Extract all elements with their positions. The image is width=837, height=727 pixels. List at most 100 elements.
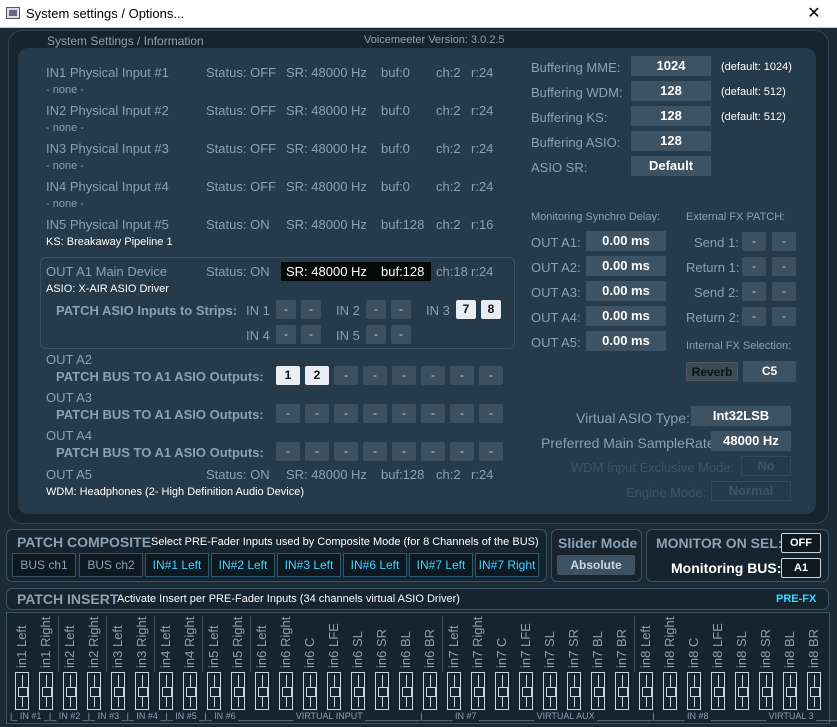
patch-button[interactable]: - [301,300,321,319]
bus-patch-button[interactable]: - [276,404,300,423]
bus-patch-button[interactable]: - [421,366,445,385]
insert-switch[interactable] [663,672,677,710]
composite-button[interactable]: IN#1 Left [145,553,209,577]
insert-switch[interactable] [591,672,605,710]
monitor-on-sel-toggle[interactable]: OFF [781,533,821,553]
bus-patch-button[interactable]: - [421,404,445,423]
bus-patch-button[interactable]: - [305,442,329,461]
patch-button[interactable]: - [391,300,411,319]
insert-switch[interactable] [519,672,533,710]
bus-patch-button[interactable]: - [276,442,300,461]
extfx-return2-right[interactable]: - [772,307,796,326]
bus-patch-button[interactable]: - [450,404,474,423]
composite-button[interactable]: IN#2 Left [211,553,275,577]
composite-button[interactable]: IN#7 Left [409,553,473,577]
insert-switch[interactable] [735,672,749,710]
extfx-send1-left[interactable]: - [742,232,766,251]
bus-patch-button[interactable]: 1 [276,366,300,385]
insert-switch[interactable] [327,672,341,710]
out-a1-device[interactable]: ASIO: X-AIR ASIO Driver [46,283,169,295]
insert-switch[interactable] [567,672,581,710]
insert-switch[interactable] [207,672,221,710]
insert-switch[interactable] [399,672,413,710]
composite-button[interactable]: IN#7 Right [475,553,539,577]
bus-patch-button[interactable]: - [363,404,387,423]
composite-button[interactable]: BUS ch2 [79,553,143,577]
delay-value[interactable]: 0.00 ms [586,256,666,276]
insert-switch[interactable] [375,672,389,710]
insert-switch[interactable] [183,672,197,710]
pre-fx-label[interactable]: PRE-FX [776,593,816,605]
buffering-mme-value[interactable]: 1024 [631,56,711,76]
bus-patch-button[interactable]: 2 [305,366,329,385]
patch-button[interactable]: - [276,325,296,344]
insert-switch[interactable] [639,672,653,710]
buffering-ks-value[interactable]: 128 [631,106,711,126]
extfx-return1-left[interactable]: - [742,257,766,276]
insert-switch[interactable] [783,672,797,710]
insert-switch[interactable] [279,672,293,710]
input-device[interactable]: - none - [46,160,84,172]
insert-switch[interactable] [615,672,629,710]
patch-button[interactable]: 8 [481,300,501,319]
patch-button[interactable]: - [366,300,386,319]
insert-switch[interactable] [351,672,365,710]
bus-patch-button[interactable]: - [392,442,416,461]
reverb-button[interactable]: Reverb [686,362,738,381]
bus-patch-button[interactable]: - [363,366,387,385]
insert-switch[interactable] [15,672,29,710]
insert-switch[interactable] [759,672,773,710]
insert-switch[interactable] [711,672,725,710]
insert-switch[interactable] [255,672,269,710]
bus-patch-button[interactable]: - [334,442,358,461]
patch-button[interactable]: - [366,325,386,344]
bus-patch-button[interactable]: - [363,442,387,461]
out-a5-device[interactable]: WDM: Headphones (2- High Definition Audi… [46,486,304,498]
insert-switch[interactable] [495,672,509,710]
insert-switch[interactable] [63,672,77,710]
bus-patch-button[interactable]: - [479,442,503,461]
input-device[interactable]: KS: Breakaway Pipeline 1 [46,236,173,248]
bus-patch-button[interactable]: - [421,442,445,461]
input-device[interactable]: - none - [46,122,84,134]
asio-sr-value[interactable]: Default [631,156,711,176]
insert-switch[interactable] [423,672,437,710]
buffering-wdm-value[interactable]: 128 [631,81,711,101]
extfx-send1-right[interactable]: - [772,232,796,251]
insert-switch[interactable] [807,672,821,710]
delay-value[interactable]: 0.00 ms [586,331,666,351]
main-samplerate-value[interactable]: 48000 Hz [711,431,791,451]
input-device[interactable]: - none - [46,198,84,210]
patch-button[interactable]: 7 [456,300,476,319]
bus-patch-button[interactable]: - [450,442,474,461]
fx-c5-button[interactable]: C5 [743,361,796,382]
insert-switch[interactable] [39,672,53,710]
close-icon[interactable]: ✕ [791,0,837,28]
patch-button[interactable]: - [276,300,296,319]
bus-patch-button[interactable]: - [479,404,503,423]
bus-patch-button[interactable]: - [392,366,416,385]
buffering-asio-value[interactable]: 128 [631,131,711,151]
patch-button[interactable]: - [301,325,321,344]
patch-button[interactable]: - [391,325,411,344]
insert-switch[interactable] [111,672,125,710]
input-device[interactable]: - none - [46,84,84,96]
insert-switch[interactable] [231,672,245,710]
bus-patch-button[interactable]: - [334,366,358,385]
delay-value[interactable]: 0.00 ms [586,306,666,326]
extfx-send2-right[interactable]: - [772,282,796,301]
bus-patch-button[interactable]: - [450,366,474,385]
delay-value[interactable]: 0.00 ms [586,231,666,251]
extfx-send2-left[interactable]: - [742,282,766,301]
insert-switch[interactable] [87,672,101,710]
bus-patch-button[interactable]: - [392,404,416,423]
delay-value[interactable]: 0.00 ms [586,281,666,301]
composite-button[interactable]: IN#3 Left [277,553,341,577]
insert-switch[interactable] [687,672,701,710]
insert-switch[interactable] [159,672,173,710]
insert-switch[interactable] [447,672,461,710]
insert-switch[interactable] [543,672,557,710]
composite-button[interactable]: IN#6 Left [343,553,407,577]
composite-button[interactable]: BUS ch1 [12,553,76,577]
bus-patch-button[interactable]: - [305,404,329,423]
